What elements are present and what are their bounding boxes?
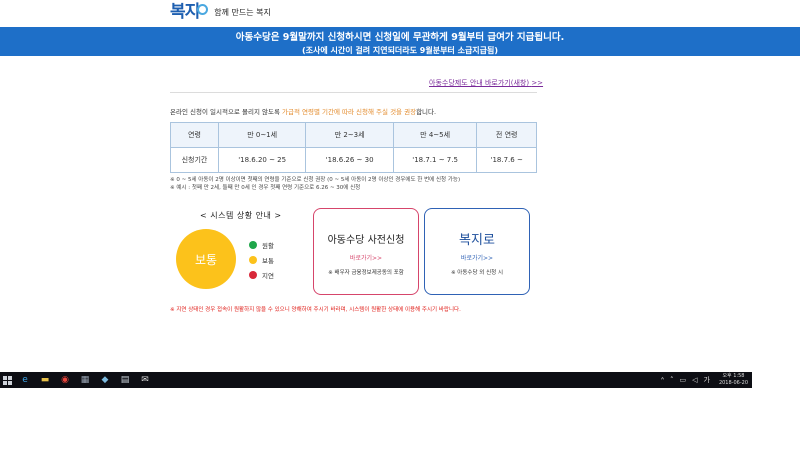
go-link[interactable]: 바로가기>> (314, 253, 418, 262)
windows-icon (3, 375, 12, 385)
table-header: 전 연령 (476, 122, 537, 148)
app-icon[interactable]: ◆ (98, 374, 112, 386)
yellow-dot-icon (249, 255, 257, 264)
table-header: 만 2~3세 (305, 122, 394, 148)
banner-line-2: (조사에 시간이 걸려 지연되더라도 9월분부터 소급지급됨) (301, 46, 499, 55)
table-cell: 신청기간 (170, 147, 219, 173)
legend-item: 원활 (249, 237, 274, 252)
table-cell: '18.7.6 ~ (476, 147, 537, 173)
card-note: ※ 아동수당 외 신청 시 (450, 270, 504, 276)
go-link[interactable]: 바로가기>> (425, 253, 529, 262)
double-chevron-right-icon: >> (531, 79, 544, 87)
notes: ※ 0 ~ 5세 아동이 2명 이상이면 첫째의 연령을 기준으로 신청 권장 … (170, 176, 460, 192)
clock-date: 2018-06-20 (718, 380, 748, 386)
notice-banner: 아동수당은 9월말까지 신청하시면 신청일에 무관하게 9월부터 급여가 지급됩… (0, 27, 800, 56)
status-indicator: 보통 (176, 229, 236, 289)
mail-icon[interactable]: ✉ (138, 374, 152, 386)
note-line-1: ※ 0 ~ 5세 아동이 2명 이상이면 첫째의 연령을 기준으로 신청 권장 … (170, 177, 461, 183)
application-schedule-table: 연령 만 0~1세 만 2~3세 만 4~5세 전 연령 신청기간 '18.6.… (170, 122, 537, 173)
clock-time: 오후 1:58 (722, 373, 745, 379)
red-dot-icon (249, 270, 257, 279)
system-tray: ᴬ ˄ ▭ ◁ 가 오후 1:58 2018-06-20 (658, 372, 748, 388)
table-header: 만 0~1세 (217, 122, 307, 148)
table-cell: '18.6.20 ~ 25 (217, 147, 307, 173)
volume-icon[interactable]: ◁ (692, 376, 697, 384)
folder-icon[interactable]: ▬ (38, 374, 52, 386)
pre-application-card[interactable]: 아동수당 사전신청 바로가기>> ※ 배우자 금융정보제공동의 포함 (313, 208, 419, 295)
notepad-icon[interactable]: ▤ (118, 374, 132, 386)
people-icon[interactable]: ᴬ (661, 376, 664, 384)
delay-warning: ※ 지연 상태인 경우 접속이 원활하지 않을 수 있으니 양해하여 주시기 바… (170, 307, 461, 313)
card-title: 복지로 (459, 233, 495, 248)
network-icon[interactable]: ▭ (679, 376, 686, 384)
taskbar: e ▬ ◉ ▦ ◆ ▤ ✉ ᴬ ˄ ▭ ◁ 가 오후 1:58 2018-06-20 (0, 372, 752, 388)
page: 복지 함께 만드는 복지 아동수당은 9월말까지 신청하시면 신청일에 무관하게… (0, 0, 800, 449)
status-legend: 원활 보통 지연 (249, 237, 274, 282)
table-cell: '18.7.1 ~ 7.5 (392, 147, 478, 173)
intro-highlight: 가급적 연령별 기간에 따라 신청해 주실 것을 권장 (282, 108, 417, 116)
child-allowance-info-link[interactable]: 아동수당제도 안내 바로가기(새창) >> (429, 78, 543, 88)
table-row: 신청기간 '18.6.20 ~ 25 '18.6.26 ~ 30 '18.7.1… (170, 147, 537, 173)
legend-item: 보통 (249, 252, 274, 267)
legend-item: 지연 (249, 267, 274, 282)
logo-tagline: 함께 만드는 복지 (214, 7, 271, 17)
banner-line-1: 아동수당은 9월말까지 신청하시면 신청일에 무관하게 9월부터 급여가 지급됩… (235, 32, 565, 43)
table-header: 만 4~5세 (392, 122, 478, 148)
table-header: 연령 (170, 122, 219, 148)
start-button[interactable] (0, 375, 15, 385)
note-line-2: ※ 예시 : 첫째 만 2세, 둘째 만 0세 인 경우 첫째 연령 기준으로 … (170, 185, 361, 191)
divider (170, 92, 537, 93)
table-header-row: 연령 만 0~1세 만 2~3세 만 4~5세 전 연령 (170, 122, 537, 148)
green-dot-icon (249, 240, 257, 249)
intro-text: 온라인 신청이 일시적으로 몰리지 않도록 가급적 연령별 기간에 따라 신청해… (170, 108, 437, 116)
card-note: ※ 배우자 금융정보제공동의 포함 (328, 270, 404, 276)
table-cell: '18.6.26 ~ 30 (305, 147, 394, 173)
info-link-label: 아동수당제도 안내 바로가기(새창) (429, 79, 530, 87)
clock[interactable]: 오후 1:58 2018-06-20 (719, 373, 748, 387)
calculator-icon[interactable]: ▦ (78, 374, 92, 386)
chrome-icon[interactable]: ◉ (58, 374, 72, 386)
ime-icon[interactable]: 가 (703, 375, 709, 385)
bokjiro-logo[interactable]: 복지 함께 만드는 복지 (170, 0, 271, 24)
taskbar-apps: e ▬ ◉ ▦ ◆ ▤ ✉ (15, 374, 155, 386)
ie-icon[interactable]: e (18, 374, 32, 386)
logo-mark: 복지 (170, 3, 209, 21)
card-title: 아동수당 사전신청 (327, 235, 405, 246)
system-status-title: < 시스템 상황 안내 > (200, 211, 282, 220)
bokjiro-card[interactable]: 복지로 바로가기>> ※ 아동수당 외 신청 시 (424, 208, 530, 295)
chevron-up-icon[interactable]: ˄ (670, 376, 674, 384)
